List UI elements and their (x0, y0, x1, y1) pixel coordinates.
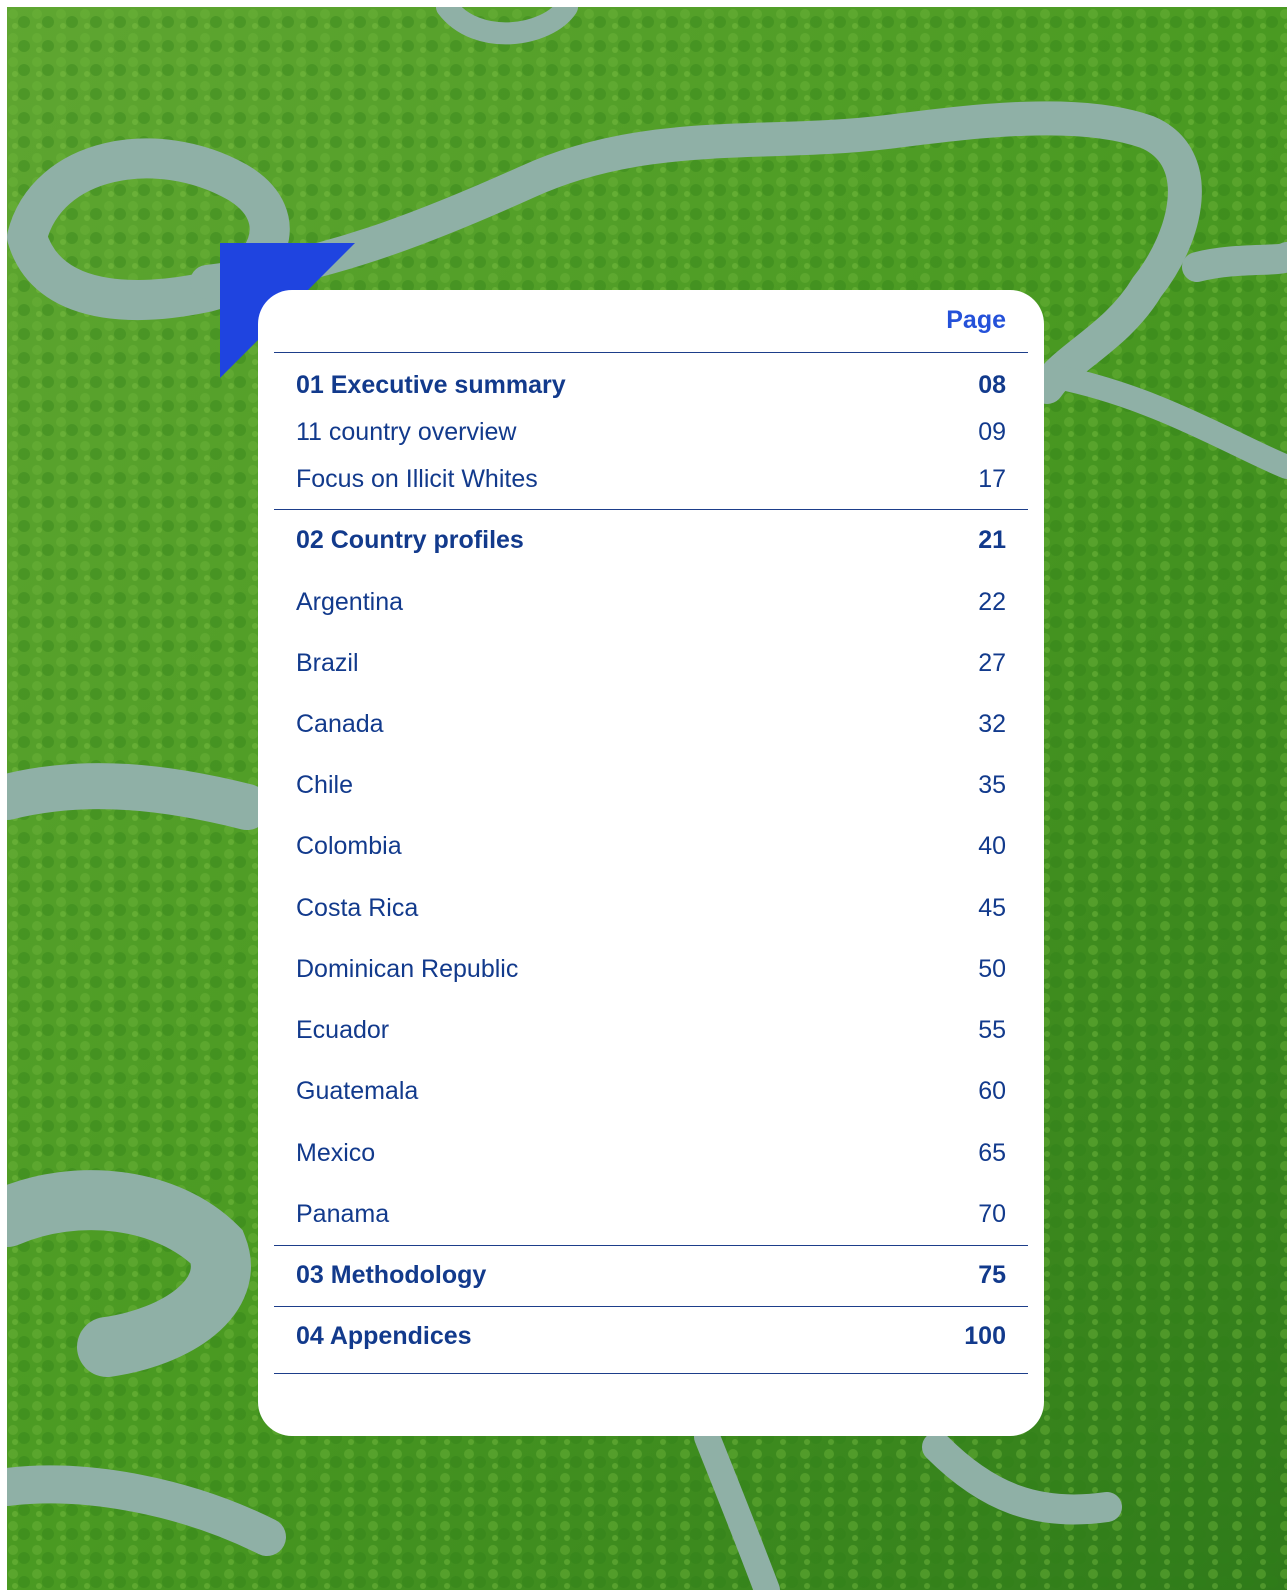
toc-item-costa-rica[interactable]: Costa Rica 45 (296, 888, 1006, 928)
toc-section-page: 75 (978, 1260, 1006, 1289)
section-divider (274, 509, 1028, 510)
toc-item-title: Dominican Republic (296, 954, 519, 983)
toc-item-title: Colombia (296, 831, 402, 860)
toc-item-page: 09 (978, 417, 1006, 446)
toc-section-page: 100 (964, 1321, 1006, 1350)
toc-item-ecuador[interactable]: Ecuador 55 (296, 1010, 1006, 1050)
toc-item-page: 50 (978, 954, 1006, 983)
toc-section-title: 02 Country profiles (296, 525, 524, 554)
toc-item-page: 27 (978, 648, 1006, 677)
toc-item-title: Chile (296, 770, 353, 799)
toc-section-methodology[interactable]: 03 Methodology 75 (296, 1255, 1006, 1295)
section-divider (274, 1306, 1028, 1307)
toc-item-chile[interactable]: Chile 35 (296, 765, 1006, 805)
toc-item-page: 65 (978, 1138, 1006, 1167)
toc-item-page: 35 (978, 770, 1006, 799)
toc-item-title: Brazil (296, 648, 359, 677)
toc-item-title: Ecuador (296, 1015, 390, 1044)
page-column-label: Page (946, 306, 1006, 334)
toc-item-title: Panama (296, 1199, 390, 1228)
toc-item-country-overview[interactable]: 11 country overview 09 (296, 412, 1006, 452)
toc-section-title: 01 Executive summary (296, 370, 566, 399)
toc-item-page: 17 (978, 464, 1006, 493)
toc-item-page: 45 (978, 893, 1006, 922)
toc-section-appendices[interactable]: 04 Appendices 100 (296, 1316, 1006, 1356)
toc-item-title: 11 country overview (296, 417, 517, 446)
bottom-divider (274, 1373, 1028, 1374)
toc-section-executive-summary[interactable]: 01 Executive summary 08 (296, 365, 1006, 405)
toc-item-guatemala[interactable]: Guatemala 60 (296, 1071, 1006, 1111)
toc-item-title: Costa Rica (296, 893, 419, 922)
toc-item-mexico[interactable]: Mexico 65 (296, 1133, 1006, 1173)
toc-item-brazil[interactable]: Brazil 27 (296, 643, 1006, 683)
toc-page: Page 01 Executive summary 08 11 country … (0, 0, 1287, 1590)
toc-item-title: Argentina (296, 587, 404, 616)
header-divider (274, 352, 1028, 353)
toc-item-title: Mexico (296, 1138, 376, 1167)
toc-item-canada[interactable]: Canada 32 (296, 704, 1006, 744)
toc-item-title: Guatemala (296, 1076, 419, 1105)
toc-section-page: 08 (978, 370, 1006, 399)
toc-section-title: 03 Methodology (296, 1260, 487, 1289)
toc-item-illicit-whites[interactable]: Focus on Illicit Whites 17 (296, 459, 1006, 499)
section-divider (274, 1245, 1028, 1246)
toc-item-title: Focus on Illicit Whites (296, 464, 538, 493)
toc-section-country-profiles[interactable]: 02 Country profiles 21 (296, 520, 1006, 560)
toc-item-page: 22 (978, 587, 1006, 616)
toc-section-title: 04 Appendices (296, 1321, 472, 1350)
toc-item-panama[interactable]: Panama 70 (296, 1194, 1006, 1234)
toc-item-colombia[interactable]: Colombia 40 (296, 826, 1006, 866)
toc-item-title: Canada (296, 709, 384, 738)
toc-section-page: 21 (978, 525, 1006, 554)
toc-item-dominican-republic[interactable]: Dominican Republic 50 (296, 949, 1006, 989)
toc-item-page: 32 (978, 709, 1006, 738)
toc-item-page: 60 (978, 1076, 1006, 1105)
toc-item-argentina[interactable]: Argentina 22 (296, 582, 1006, 622)
toc-item-page: 55 (978, 1015, 1006, 1044)
table-of-contents-card: Page 01 Executive summary 08 11 country … (258, 290, 1044, 1436)
toc-item-page: 70 (978, 1199, 1006, 1228)
toc-item-page: 40 (978, 831, 1006, 860)
